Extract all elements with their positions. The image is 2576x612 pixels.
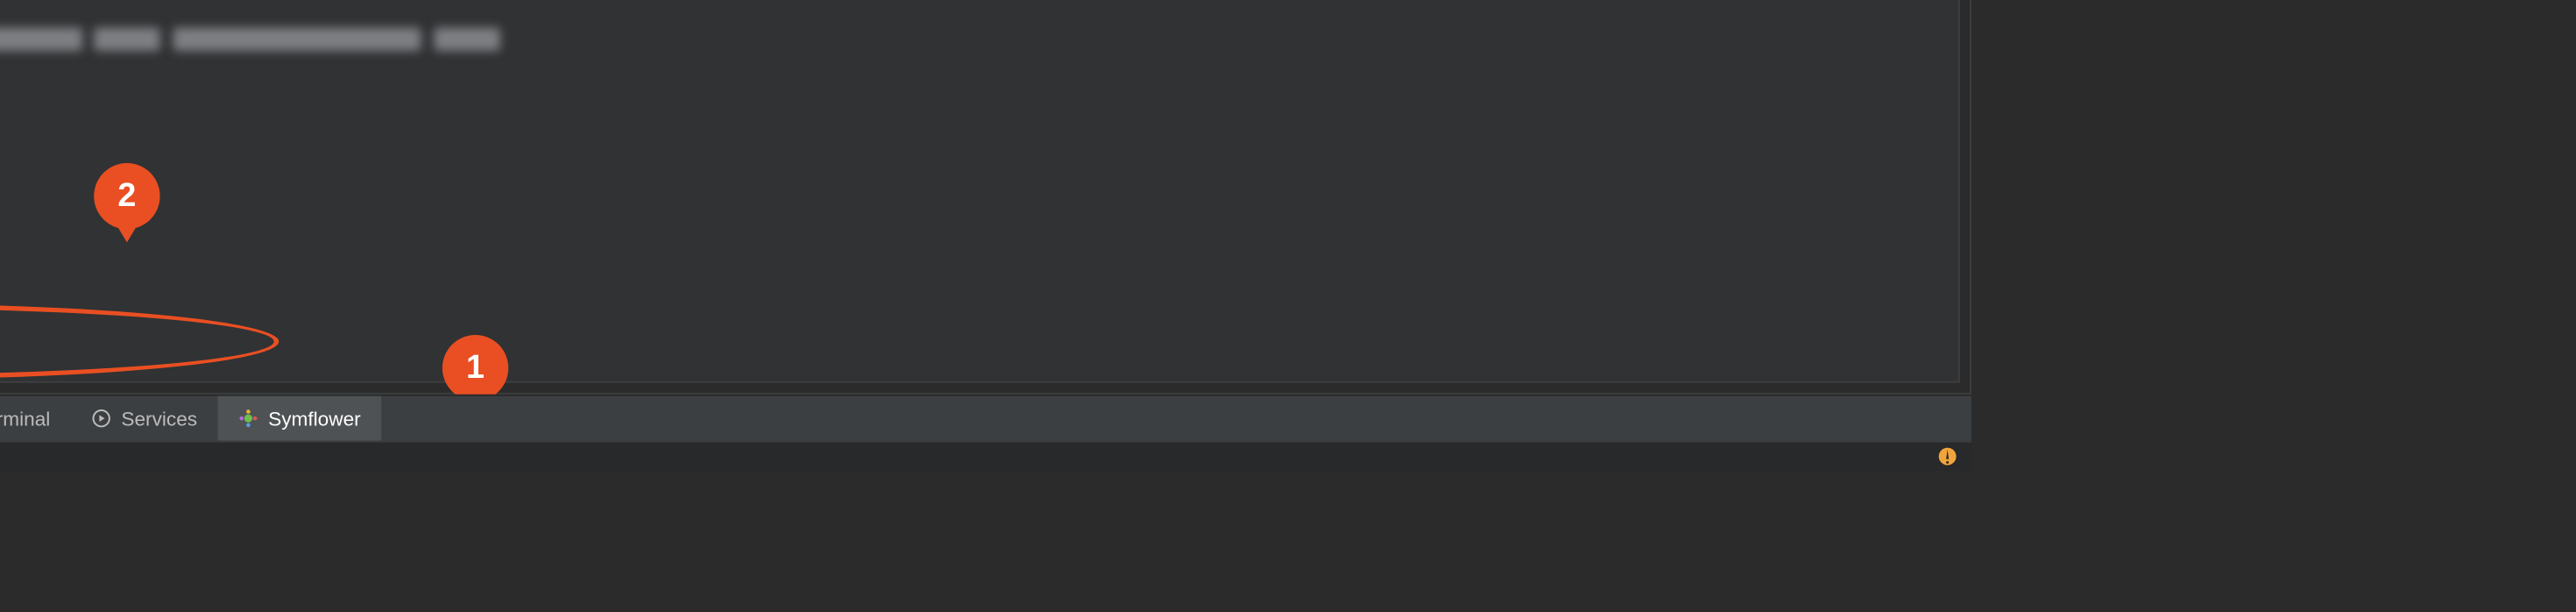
log-panel: Machine ID: Containerized: false BuildVe… bbox=[0, 0, 1971, 395]
status-bar bbox=[0, 441, 1971, 471]
ide-notifications-button[interactable] bbox=[1932, 442, 1962, 472]
symflower-icon bbox=[237, 408, 258, 429]
terminal-button[interactable]: Terminal bbox=[0, 396, 70, 441]
services-label: Services bbox=[121, 407, 197, 430]
log-line: Containerized: false bbox=[0, 142, 1936, 181]
symflower-button[interactable]: Symflower bbox=[217, 396, 381, 441]
warning-badge-icon bbox=[1936, 445, 1957, 466]
log-line: Machine ID: bbox=[0, 23, 1936, 62]
bottom-tool-bar: Version Control TODO Problems Terminal S… bbox=[0, 395, 1971, 441]
symflower-label: Symflower bbox=[268, 407, 361, 430]
log-line: KernelVersion: 22.3.0 bbox=[0, 380, 1936, 383]
log-output[interactable]: Machine ID: Containerized: false BuildVe… bbox=[0, 0, 1960, 383]
services-button[interactable]: Services bbox=[70, 396, 217, 441]
terminal-label: Terminal bbox=[0, 407, 50, 430]
log-line: BuildVersion: 22D49 bbox=[0, 260, 1936, 300]
play-icon bbox=[90, 408, 111, 429]
